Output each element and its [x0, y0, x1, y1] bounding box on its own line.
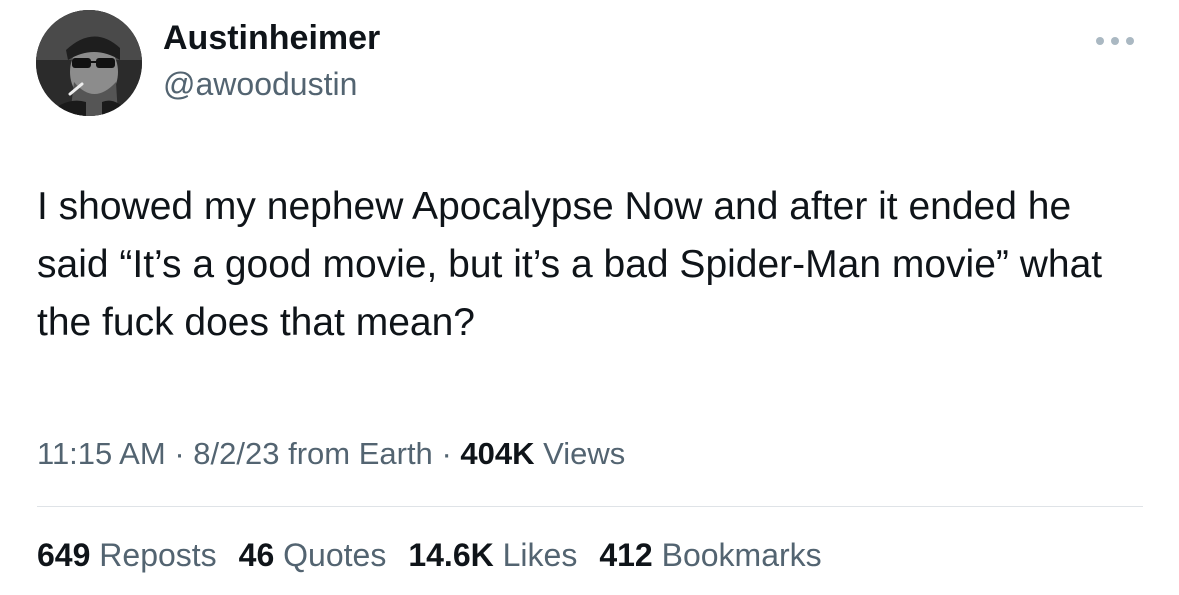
engagement-stats: 649 Reposts 46 Quotes 14.6K Likes 412 Bookm… [37, 534, 844, 576]
views-count[interactable]: 404K [460, 436, 534, 471]
quotes-label: Quotes [283, 537, 387, 573]
tweet-source: from Earth [288, 436, 433, 471]
bookmarks-count: 412 [599, 537, 653, 573]
author-display-name[interactable]: Austinheimer [163, 18, 380, 58]
reposts-count: 649 [37, 537, 91, 573]
avatar-image [36, 10, 142, 116]
reposts-label: Reposts [99, 537, 217, 573]
tweet-meta: 11:15 AM · 8/2/23 from Earth · 404K View… [37, 434, 625, 474]
likes-count: 14.6K [408, 537, 494, 573]
tweet-card: Austinheimer @awoodustin I showed my nep… [0, 0, 1179, 595]
meta-separator: · [174, 436, 185, 471]
more-horizontal-icon [1096, 37, 1134, 45]
meta-separator: · [441, 436, 452, 471]
quotes-count: 46 [238, 537, 275, 573]
bookmarks-stat[interactable]: 412 Bookmarks [599, 534, 821, 576]
views-label[interactable]: Views [543, 436, 625, 471]
divider [37, 506, 1143, 507]
tweet-date[interactable]: 8/2/23 [193, 436, 279, 471]
author-handle[interactable]: @awoodustin [163, 64, 357, 104]
reposts-stat[interactable]: 649 Reposts [37, 534, 217, 576]
bookmarks-label: Bookmarks [661, 537, 822, 573]
likes-stat[interactable]: 14.6K Likes [408, 534, 577, 576]
more-options-button[interactable] [1090, 26, 1140, 56]
likes-label: Likes [502, 537, 578, 573]
quotes-stat[interactable]: 46 Quotes [239, 534, 387, 576]
tweet-text: I showed my nephew Apocalypse Now and af… [37, 185, 1103, 344]
avatar[interactable] [36, 10, 142, 116]
tweet-time[interactable]: 11:15 AM [37, 436, 166, 471]
